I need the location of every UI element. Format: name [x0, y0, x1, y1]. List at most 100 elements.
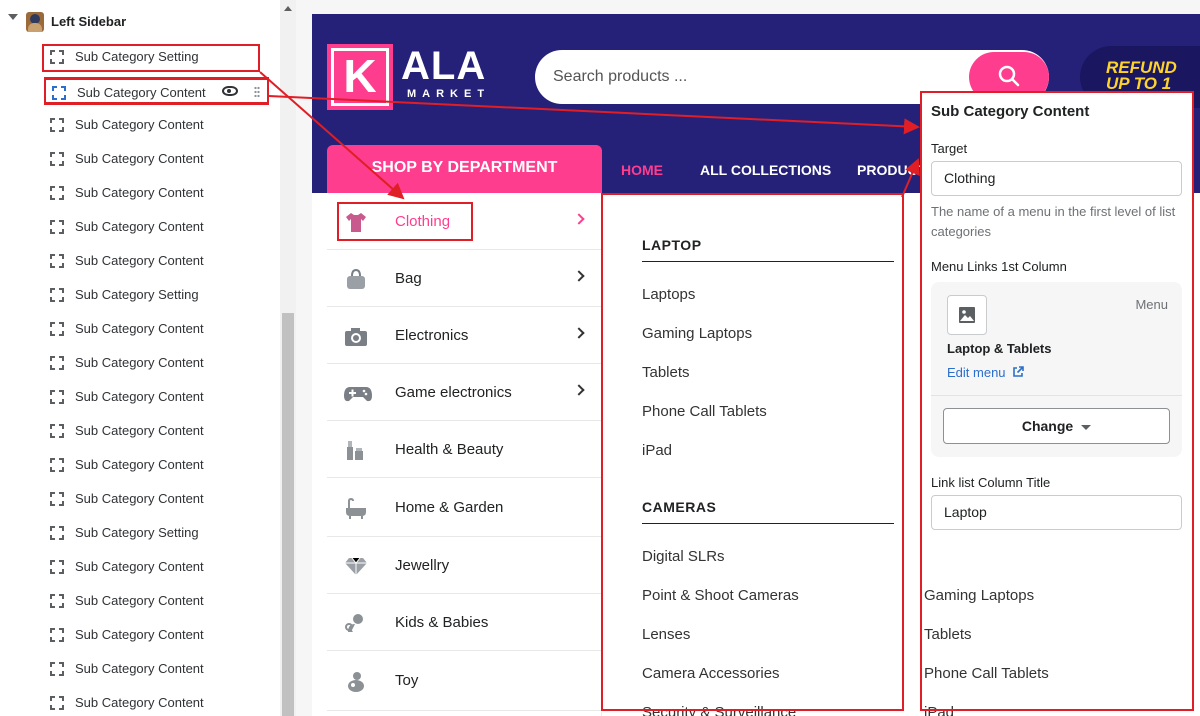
- sidebar-block-label: Sub Category Content: [75, 695, 204, 710]
- logo-mark: K: [327, 44, 393, 110]
- block-icon: [50, 288, 64, 302]
- sidebar-block-label: Sub Category Content: [75, 559, 204, 574]
- department-name: Kids & Babies: [395, 614, 489, 631]
- target-input[interactable]: Clothing: [931, 161, 1182, 196]
- sidebar-block-label: Sub Category Setting: [75, 525, 199, 540]
- caret-down-icon: [1081, 424, 1092, 430]
- department-name: Bag: [395, 270, 422, 287]
- department-name: Toy: [395, 672, 419, 689]
- mega-menu-overflow-link[interactable]: Tablets: [924, 626, 972, 643]
- department-item[interactable]: Kids & Babies: [327, 594, 602, 651]
- gamepad-icon: [343, 382, 372, 404]
- sidebar-block-row[interactable]: Sub Category Content: [44, 417, 269, 445]
- block-icon: [50, 662, 64, 676]
- sidebar-block-label: Sub Category Content: [75, 151, 204, 166]
- scrollbar-thumb[interactable]: [282, 313, 294, 716]
- block-icon: [50, 594, 64, 608]
- mega-menu-link[interactable]: Security & Surveillance: [642, 704, 796, 716]
- block-icon: [50, 186, 64, 200]
- block-icon: [50, 560, 64, 574]
- column-title-input[interactable]: Laptop: [931, 495, 1182, 530]
- mega-column-title: LAPTOP: [642, 237, 702, 253]
- block-icon: [52, 86, 66, 100]
- sidebar-block-row[interactable]: Sub Category Content: [44, 587, 269, 615]
- department-name: Health & Beauty: [395, 441, 504, 458]
- menu-type-label: Menu: [1135, 297, 1168, 312]
- block-icon: [50, 50, 64, 64]
- menu-image-placeholder: [947, 295, 987, 335]
- sidebar-block-row[interactable]: Sub Category Content: [44, 247, 269, 275]
- block-icon: [50, 322, 64, 336]
- department-item[interactable]: Jewellry: [327, 537, 602, 594]
- block-icon: [50, 254, 64, 268]
- department-item[interactable]: Toy: [327, 651, 602, 711]
- mega-menu-overflow-link[interactable]: Gaming Laptops: [924, 587, 1034, 604]
- mega-column-title: CAMERAS: [642, 499, 717, 515]
- sidebar-block-row[interactable]: Sub Category Content: [44, 621, 269, 649]
- sidebar-block-row[interactable]: Sub Category Content: [44, 383, 269, 411]
- scroll-up-arrow-icon[interactable]: [284, 6, 292, 11]
- mega-menu-link[interactable]: Laptops: [642, 286, 695, 303]
- logo-subtext: MARKET: [407, 88, 491, 100]
- sidebar-block-row[interactable]: Sub Category Setting: [44, 519, 269, 547]
- diamond-icon: [343, 555, 369, 577]
- mega-menu-link[interactable]: Point & Shoot Cameras: [642, 587, 799, 604]
- department-item[interactable]: Game electronics: [327, 364, 602, 421]
- department-item[interactable]: Home & Garden: [327, 478, 602, 537]
- sidebar-block-row[interactable]: Sub Category Content: [44, 349, 269, 377]
- mega-menu-link[interactable]: Lenses: [642, 626, 690, 643]
- sidebar-block-row[interactable]: Sub Category Content: [44, 451, 269, 479]
- external-link-icon: [1013, 366, 1024, 377]
- sidebar-block-row[interactable]: Sub Category Setting: [44, 281, 269, 309]
- mega-menu-link[interactable]: Phone Call Tablets: [642, 403, 767, 420]
- search-icon: [998, 65, 1020, 87]
- nav-home[interactable]: HOME: [621, 162, 663, 178]
- shop-by-department-tab[interactable]: SHOP BY DEPARTMENT: [327, 145, 602, 193]
- cosmetics-icon: [343, 439, 369, 461]
- sidebar-block-row[interactable]: Sub Category Setting: [44, 43, 269, 71]
- mega-menu-link[interactable]: Camera Accessories: [642, 665, 780, 682]
- sidebar-block-label: Sub Category Setting: [75, 287, 199, 302]
- column-rule: [642, 261, 894, 262]
- department-item[interactable]: Health & Beauty: [327, 421, 602, 478]
- mega-menu-overflow-link[interactable]: iPad: [924, 704, 954, 716]
- mega-menu-link[interactable]: iPad: [642, 442, 672, 459]
- change-label: Change: [1021, 418, 1074, 434]
- sidebar-block-label: Sub Category Content: [75, 355, 204, 370]
- sidebar-block-row[interactable]: Sub Category Content: [44, 145, 269, 173]
- edit-menu-link[interactable]: Edit menu: [947, 365, 1024, 380]
- department-item[interactable]: Clothing: [327, 193, 602, 250]
- logo-letter: K: [331, 48, 389, 106]
- sidebar-scrollbar[interactable]: [280, 0, 296, 716]
- sidebar-block-row[interactable]: Sub Category Content: [44, 213, 269, 241]
- block-icon: [50, 424, 64, 438]
- sidebar-block-row[interactable]: Sub Category Content: [44, 315, 269, 343]
- block-icon: [50, 390, 64, 404]
- mega-menu-link[interactable]: Gaming Laptops: [642, 325, 752, 342]
- sidebar-block-row[interactable]: Sub Category Content: [44, 655, 269, 683]
- sidebar-block-row[interactable]: Sub Category Content: [44, 111, 269, 139]
- nav-all-collections[interactable]: ALL COLLECTIONS: [700, 162, 831, 178]
- sidebar-block-row[interactable]: Sub Category Content: [44, 485, 269, 513]
- column-rule: [642, 523, 894, 524]
- sidebar-block-label: Sub Category Content: [75, 321, 204, 336]
- department-item[interactable]: Bag: [327, 250, 602, 307]
- change-menu-button[interactable]: Change: [943, 408, 1170, 444]
- sidebar-block-row[interactable]: Sub Category Content: [44, 689, 269, 716]
- drag-handle-icon[interactable]: [254, 86, 260, 98]
- sidebar-block-row[interactable]: Sub Category Content: [44, 179, 269, 207]
- mega-menu-overflow-link[interactable]: Phone Call Tablets: [924, 665, 1049, 682]
- section-header[interactable]: Left Sidebar: [0, 0, 280, 44]
- eye-icon[interactable]: [222, 86, 238, 96]
- department-item[interactable]: Electronics: [327, 307, 602, 364]
- caret-down-icon[interactable]: [8, 14, 18, 20]
- search-input[interactable]: [553, 62, 953, 92]
- sidebar-block-row[interactable]: Sub Category Content: [44, 553, 269, 581]
- chevron-right-icon: [573, 384, 585, 396]
- block-icon: [50, 220, 64, 234]
- chevron-right-icon: [573, 213, 585, 225]
- bag-icon: [343, 268, 369, 290]
- mega-menu-link[interactable]: Digital SLRs: [642, 548, 725, 565]
- sidebar-block-row[interactable]: Sub Category Content: [44, 77, 269, 105]
- mega-menu-link[interactable]: Tablets: [642, 364, 690, 381]
